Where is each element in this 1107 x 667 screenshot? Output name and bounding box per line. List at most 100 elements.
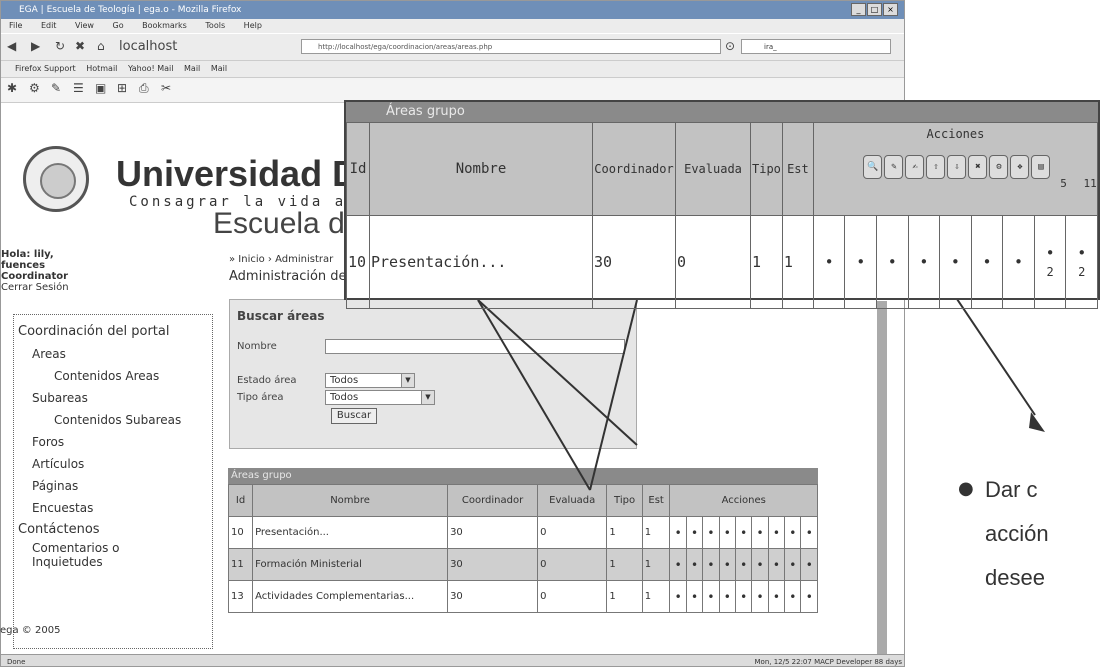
mag-action-comment-icon[interactable]: • [876,215,909,309]
mag-action-delete-icon[interactable]: • [970,215,1004,309]
mag-action-view-icon[interactable]: • [812,215,846,309]
home-icon[interactable]: ⌂ [97,39,105,53]
action-delete-icon[interactable]: • [751,516,769,549]
delete-icon[interactable]: ✖ [968,155,988,179]
action-down-icon[interactable]: • [734,516,753,549]
type-select[interactable]: Todos ▼ [325,390,435,405]
toolbar-icon[interactable]: ⊞ [117,81,127,95]
sidebar-item-encuestas[interactable]: Encuestas [14,497,212,519]
sidebar-item-comentarios[interactable]: Comentarios o Inquietudes [14,541,142,573]
cell-name[interactable]: Actividades Complementarias... [252,580,449,613]
col-nombre[interactable]: Nombre [252,484,449,517]
bookmark-yahoo-mail[interactable]: Yahoo! Mail [128,64,174,73]
menu-file[interactable]: File [9,21,22,30]
search-box[interactable]: ira_ [741,39,891,54]
toolbar-icon[interactable]: ✎ [51,81,61,95]
name-input[interactable] [325,339,625,354]
menu-bookmarks[interactable]: Bookmarks [142,21,187,30]
action-up-icon[interactable]: • [718,580,736,613]
sidebar-item-coordinacion[interactable]: Coordinación del portal [14,321,212,343]
settings-icon[interactable]: ⚙ [989,155,1009,179]
col-tipo[interactable]: Tipo [606,484,643,517]
col-coordinador[interactable]: Coordinador [447,484,539,517]
sidebar-item-contenidos-areas[interactable]: Contenidos Areas [14,365,212,387]
action-comment-icon[interactable]: • [702,580,720,613]
action-settings-icon[interactable]: • [767,548,786,581]
logout-link[interactable]: Cerrar Sesión [1,282,69,293]
action-delete-icon[interactable]: • [751,580,769,613]
maximize-button[interactable]: □ [867,3,882,16]
breadcrumb[interactable]: » Inicio › Administrar [229,254,333,265]
menu-help[interactable]: Help [244,21,262,30]
bookmark-hotmail[interactable]: Hotmail [86,64,117,73]
down-icon[interactable]: ⇩ [947,155,967,179]
state-select[interactable]: Todos ▼ [325,373,415,388]
close-button[interactable]: × [883,3,898,16]
sidebar-item-paginas[interactable]: Páginas [14,475,212,497]
menu-edit[interactable]: Edit [41,21,57,30]
mag-action-edit-icon[interactable]: • [844,215,878,309]
col-est[interactable]: Est [641,484,671,517]
action-delete-icon[interactable]: • [751,548,769,581]
action-edit-icon[interactable]: • [685,548,704,581]
mag-action-down-icon[interactable]: • [939,215,972,309]
edit-icon[interactable]: ✎ [884,155,904,179]
toolbar-icon[interactable]: ⚙ [29,81,40,95]
action-up-icon[interactable]: • [718,548,736,581]
action-view-icon[interactable]: • [669,516,687,549]
action-subareas-icon[interactable]: • [784,548,802,581]
toolbar-icon[interactable]: ☰ [73,81,84,95]
action-contents-icon[interactable]: • [800,516,818,549]
up-icon[interactable]: ⇧ [926,155,946,179]
action-view-icon[interactable]: • [669,580,687,613]
col-id[interactable]: Id [227,484,254,517]
stop-icon[interactable]: ✖ [75,39,85,53]
sidebar-item-contenidos-subareas[interactable]: Contenidos Subareas [14,409,212,431]
comment-icon[interactable]: ✍ [905,155,925,179]
action-comment-icon[interactable]: • [702,548,720,581]
sidebar-item-subareas[interactable]: Subareas [14,387,212,409]
menu-view[interactable]: View [75,21,94,30]
toolbar-icon[interactable]: ✂ [161,81,171,95]
sidebar-item-areas[interactable]: Areas [14,343,212,365]
action-comment-icon[interactable]: • [702,516,720,549]
view-icon[interactable]: 🔍 [863,155,883,179]
action-contents-icon[interactable]: • [800,580,818,613]
sidebar-item-contactenos[interactable]: Contáctenos [14,519,212,541]
sidebar-item-articulos[interactable]: Artículos [14,453,212,475]
reload-icon[interactable]: ↻ [55,39,65,53]
mag-action-contents-icon[interactable]: • 2 [1065,215,1098,309]
menu-tools[interactable]: Tools [205,21,225,30]
action-edit-icon[interactable]: • [685,516,704,549]
menu-go[interactable]: Go [113,21,124,30]
toolbar-icon[interactable]: ⎙ [139,81,149,96]
back-icon[interactable]: ◀ [7,39,16,53]
action-settings-icon[interactable]: • [767,516,786,549]
mag-action-settings-icon[interactable]: • [1002,215,1035,309]
action-down-icon[interactable]: • [734,580,753,613]
action-subareas-icon[interactable]: • [784,516,802,549]
toolbar-icon[interactable]: ✱ [7,81,17,95]
col-evaluada[interactable]: Evaluada [537,484,608,517]
sidebar-item-foros[interactable]: Foros [14,431,212,453]
mag-action-up-icon[interactable]: • [907,215,941,309]
mag-action-subareas-icon[interactable]: • 2 [1033,215,1067,309]
action-up-icon[interactable]: • [718,516,736,549]
action-edit-icon[interactable]: • [685,580,704,613]
search-button[interactable]: Buscar [331,408,377,424]
bookmark-mail-2[interactable]: Mail [211,64,227,73]
action-contents-icon[interactable]: • [800,548,818,581]
vertical-scrollbar[interactable] [877,301,887,666]
cell-name[interactable]: Formación Ministerial [252,548,449,581]
forward-icon[interactable]: ▶ [31,39,40,53]
go-icon[interactable]: ⊙ [725,39,735,53]
action-subareas-icon[interactable]: • [784,580,802,613]
toolbar-icon[interactable]: ▣ [95,81,106,95]
mag-cell-name[interactable]: Presentación... [369,215,593,309]
url-bar[interactable]: http://localhost/ega/coordinacion/areas/… [301,39,721,54]
subareas-icon[interactable]: ❖ [1010,155,1030,179]
bookmark-mail[interactable]: Mail [184,64,200,73]
bookmark-firefox-support[interactable]: Firefox Support [15,64,76,73]
action-settings-icon[interactable]: • [767,580,786,613]
cell-name[interactable]: Presentación... [252,516,449,549]
